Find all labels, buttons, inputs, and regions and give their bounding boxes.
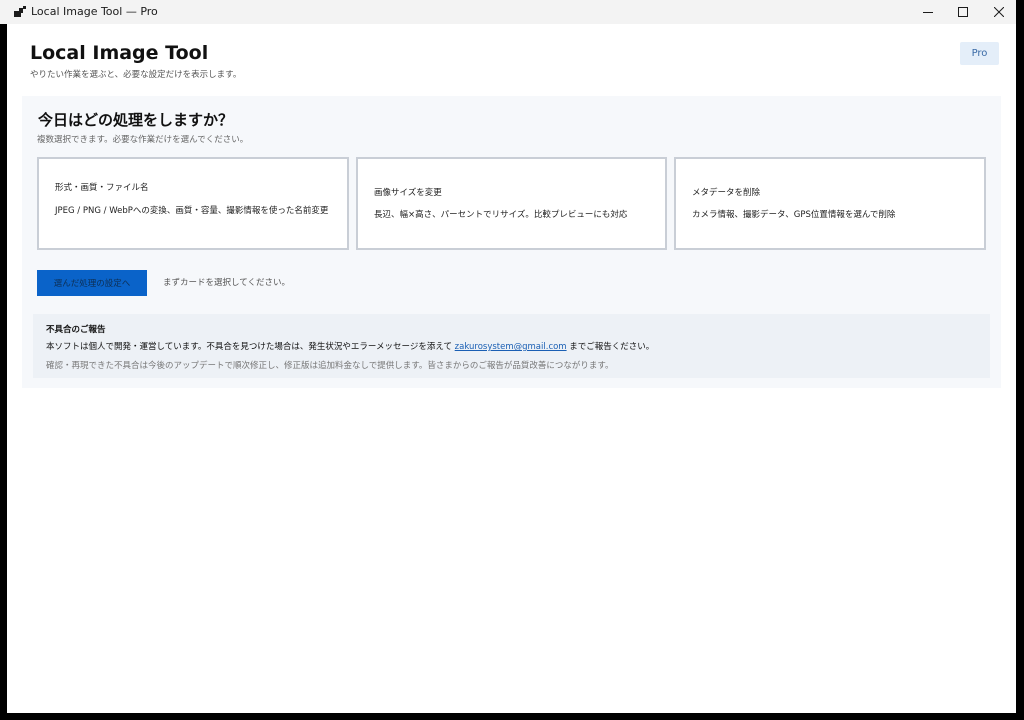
screen-edge-right xyxy=(1016,0,1024,720)
report-title: 不具合のご報告 xyxy=(46,325,106,335)
card-title: 画像サイズを変更 xyxy=(374,188,442,198)
report-text-suffix: までご報告ください。 xyxy=(566,342,655,352)
question-heading: 今日はどの処理をしますか？ xyxy=(38,111,234,129)
card-description: JPEG / PNG / WebPへの変換、画質・容量、撮影情報を使った名前変更 xyxy=(55,206,329,216)
card-title: メタデータを削除 xyxy=(692,188,761,198)
maximize-icon xyxy=(958,7,968,17)
page-title: Local Image Tool xyxy=(30,42,209,64)
page-subtitle: やりたい作業を選ぶと、必要な設定だけを表示します。 xyxy=(30,70,242,80)
minimize-icon xyxy=(923,12,933,13)
screen-edge-left xyxy=(0,24,7,720)
report-note: 確認・再現できた不具合は今後のアップデートで順次修正し、修正版は追加料金なしで提… xyxy=(46,361,614,371)
maximize-button[interactable] xyxy=(945,0,981,24)
report-email-link[interactable]: zakurosystem@gmail.com xyxy=(455,342,567,352)
report-text: 本ソフトは個人で開発・運営しています。不具合を見つけた場合は、発生状況やエラーメ… xyxy=(46,340,654,352)
pro-badge[interactable]: Pro xyxy=(960,42,999,65)
report-text-prefix: 本ソフトは個人で開発・運営しています。不具合を見つけた場合は、発生状況やエラーメ… xyxy=(46,342,455,352)
card-description: 長辺、幅×高さ、パーセントでリサイズ。比較プレビューにも対応 xyxy=(374,210,628,220)
close-icon xyxy=(994,7,1004,17)
app-window: Local Image Tool — Pro Local Image Tool … xyxy=(0,0,1024,720)
card-title: 形式・画質・ファイル名 xyxy=(55,183,149,193)
question-subtext: 複数選択できます。必要な作業だけを選んでください。 xyxy=(37,135,249,145)
screen-edge-bottom xyxy=(0,713,1024,720)
task-panel: 今日はどの処理をしますか？ 複数選択できます。必要な作業だけを選んでください。 … xyxy=(22,96,1001,388)
bug-report-box: 不具合のご報告 本ソフトは個人で開発・運営しています。不具合を見つけた場合は、発… xyxy=(33,314,990,378)
close-button[interactable] xyxy=(981,0,1017,24)
card-remove-metadata[interactable]: メタデータを削除 カメラ情報、撮影データ、GPS位置情報を選んで削除 xyxy=(674,157,986,250)
go-to-settings-button[interactable]: 選んだ処理の設定へ xyxy=(37,270,147,296)
card-format-quality-filename[interactable]: 形式・画質・ファイル名 JPEG / PNG / WebPへの変換、画質・容量、… xyxy=(37,157,349,250)
app-icon xyxy=(14,6,26,18)
title-bar[interactable]: Local Image Tool — Pro xyxy=(0,0,1024,24)
card-resize[interactable]: 画像サイズを変更 長辺、幅×高さ、パーセントでリサイズ。比較プレビューにも対応 xyxy=(356,157,667,250)
card-description: カメラ情報、撮影データ、GPS位置情報を選んで削除 xyxy=(692,210,896,220)
minimize-button[interactable] xyxy=(910,0,946,24)
window-title: Local Image Tool — Pro xyxy=(31,5,158,18)
selection-hint: まずカードを選択してください。 xyxy=(163,278,290,288)
